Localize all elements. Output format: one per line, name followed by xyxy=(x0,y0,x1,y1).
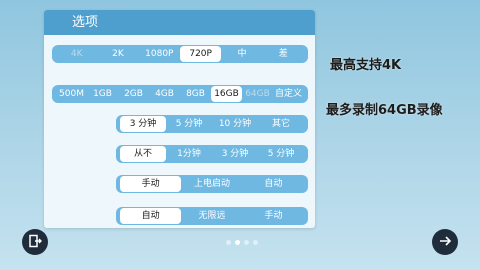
page-indicator xyxy=(226,240,258,245)
storage-option[interactable]: 4GB xyxy=(149,86,180,102)
stop-mode-option[interactable]: 手动 xyxy=(243,208,304,224)
start-mode-option[interactable]: 手动 xyxy=(120,176,182,192)
resolution-option[interactable]: 1080P xyxy=(139,46,180,62)
start-mode-option[interactable]: 自动 xyxy=(243,176,304,192)
storage-option[interactable]: 1GB xyxy=(87,86,118,102)
start-mode-selector: 手动 上电启动 自动 xyxy=(116,175,308,193)
exit-button[interactable] xyxy=(22,229,48,255)
page-dot xyxy=(235,240,240,245)
page-dot xyxy=(226,240,231,245)
interval-option[interactable]: 1分钟 xyxy=(166,146,212,162)
resolution-option[interactable]: 2K xyxy=(97,46,138,62)
interval-option[interactable]: 从不 xyxy=(120,146,166,162)
interval-option[interactable]: 3 分钟 xyxy=(212,146,258,162)
panel-title: 选项 xyxy=(44,10,315,35)
storage-option[interactable]: 8GB xyxy=(180,86,211,102)
resolution-selector: 4K 2K 1080P 720P 中差 xyxy=(52,45,308,63)
storage-option[interactable]: 64GB xyxy=(242,86,273,102)
start-mode-option[interactable]: 上电启动 xyxy=(181,176,242,192)
resolution-option[interactable]: 差 xyxy=(263,46,304,62)
interval-selector: 从不 1分钟 3 分钟 5 分钟 xyxy=(116,145,308,163)
stop-mode-option[interactable]: 自动 xyxy=(120,208,182,224)
resolution-option[interactable]: 中 xyxy=(221,46,262,62)
storage-option[interactable]: 500M xyxy=(56,86,87,102)
arrow-right-icon xyxy=(438,233,452,252)
storage-option[interactable]: 自定义 xyxy=(273,86,304,102)
storage-selector: 500M 1GB 2GB 4GB 8GB 16GB 64GB 自定义 xyxy=(52,85,308,103)
resolution-option[interactable]: 4K xyxy=(56,46,97,62)
next-button[interactable] xyxy=(432,229,458,255)
page-dot xyxy=(244,240,249,245)
segment-length-option[interactable]: 10 分钟 xyxy=(212,116,258,132)
max-storage-text: 最多录制64GB录像 xyxy=(326,103,443,118)
stop-mode-option[interactable]: 无限远 xyxy=(181,208,242,224)
max-resolution-text: 最高支持4K xyxy=(330,58,402,73)
exit-door-icon xyxy=(28,233,42,252)
segment-length-selector: 3 分钟 5 分钟 10 分钟 其它 xyxy=(116,115,308,133)
interval-option[interactable]: 5 分钟 xyxy=(258,146,304,162)
segment-length-option[interactable]: 其它 xyxy=(258,116,304,132)
options-panel: 选项 4K 2K 1080P 720P 中差 500M 1GB 2GB 4GB 8GB 16GB 6… xyxy=(44,10,315,228)
page-dot xyxy=(253,240,258,245)
storage-option[interactable]: 2GB xyxy=(118,86,149,102)
segment-length-option[interactable]: 5 分钟 xyxy=(166,116,212,132)
stop-mode-selector: 自动 无限远 手动 xyxy=(116,207,308,225)
resolution-option[interactable]: 720P xyxy=(179,46,222,62)
segment-length-option[interactable]: 3 分钟 xyxy=(120,116,166,132)
storage-option[interactable]: 16GB xyxy=(211,86,242,102)
